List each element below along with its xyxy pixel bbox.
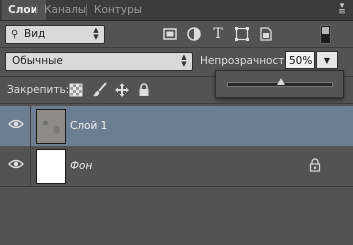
smart-object-filter-icon[interactable] <box>258 26 274 42</box>
filter-kind-select[interactable]: ⚲ Вид ▲ ▼ <box>5 25 105 44</box>
filter-kind-label: Вид <box>24 28 46 40</box>
opacity-label: Непрозрачность: <box>200 55 295 67</box>
opacity-input[interactable]: 50% <box>285 51 315 69</box>
adjustment-filter-icon[interactable] <box>186 26 202 42</box>
visibility-eye-icon[interactable] <box>6 118 26 134</box>
layer-lock-icon <box>308 158 322 172</box>
opacity-slider-popup <box>215 70 344 98</box>
layer-name[interactable]: Слой 1 <box>70 118 107 134</box>
opacity-slider-thumb[interactable] <box>277 78 285 85</box>
visibility-eye-icon[interactable] <box>6 158 26 174</box>
divider <box>0 103 353 104</box>
opacity-dropdown-button[interactable]: ▼ <box>316 51 338 69</box>
divider <box>30 146 31 186</box>
layer-row[interactable]: Слой 1 <box>0 106 353 147</box>
text-filter-icon[interactable]: T <box>210 26 226 42</box>
filter-toggle-switch[interactable] <box>320 25 331 44</box>
blend-mode-select[interactable]: Обычные ▲ ▼ <box>5 52 193 71</box>
lock-label: Закрепить: <box>7 84 70 96</box>
brush-icon[interactable] <box>92 82 108 98</box>
lock-icon[interactable] <box>136 82 152 98</box>
panel-tab-bar: Слои Каналы Контуры ▾ ≡ <box>0 0 353 21</box>
search-icon: ⚲ <box>11 29 19 40</box>
chevron-updown-icon: ▲ ▼ <box>181 53 187 68</box>
tab-divider <box>36 4 37 16</box>
move-icon[interactable] <box>114 82 130 98</box>
chevron-updown-icon: ▲ ▼ <box>93 26 99 41</box>
layer-name[interactable]: Фон <box>70 158 92 174</box>
blend-mode-label: Обычные <box>12 55 63 67</box>
lock-transparent-pixels-icon[interactable] <box>68 82 84 98</box>
image-filter-icon[interactable] <box>162 26 178 42</box>
divider <box>30 106 31 146</box>
layer-thumbnail <box>36 109 66 144</box>
shape-filter-icon[interactable] <box>234 26 250 42</box>
divider <box>0 47 353 48</box>
tab-divider <box>86 4 87 16</box>
layer-row[interactable]: Фон <box>0 146 353 187</box>
layer-thumbnail <box>36 149 66 184</box>
tab-paths[interactable]: Контуры <box>88 0 156 20</box>
panel-menu-icon[interactable]: ▾ ≡ <box>337 2 347 17</box>
